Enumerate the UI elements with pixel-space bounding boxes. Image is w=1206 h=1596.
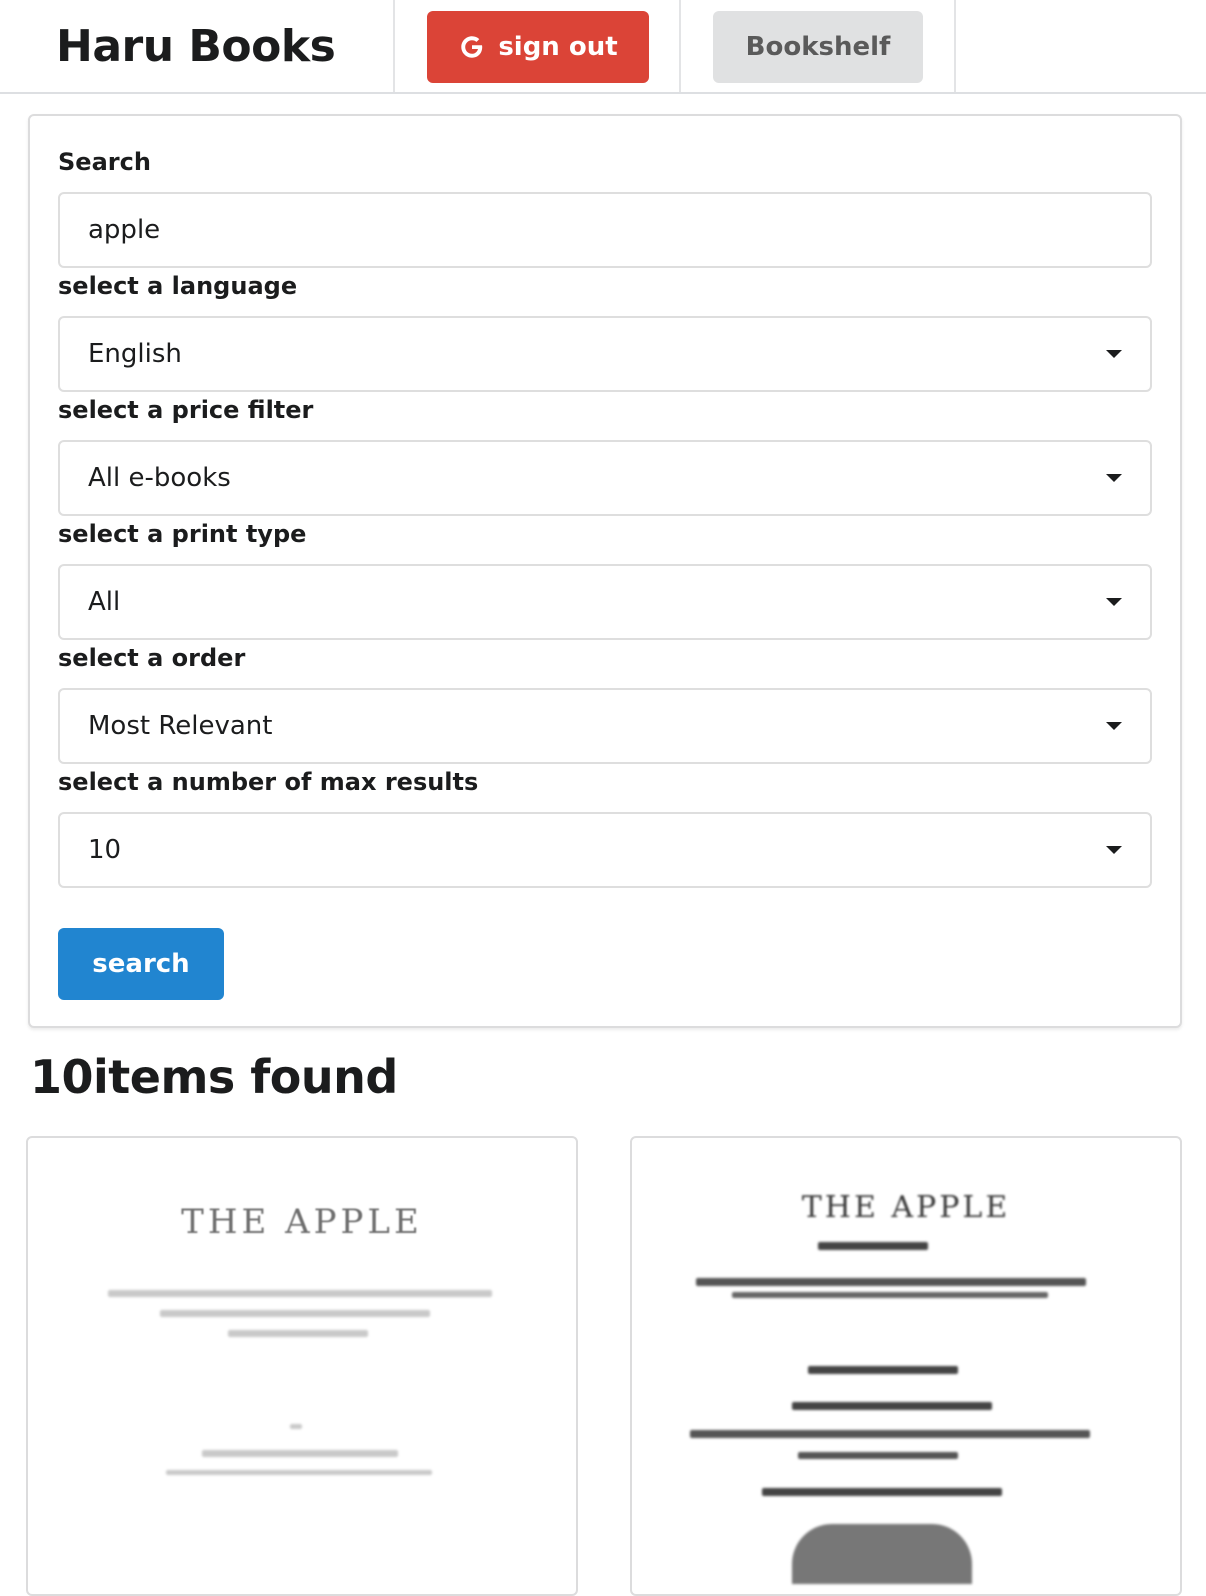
google-icon bbox=[458, 33, 486, 61]
print-type-select[interactable]: All bbox=[58, 564, 1152, 640]
book-cover-image: THE APPLE bbox=[632, 1138, 1180, 1594]
bookshelf-button[interactable]: Bookshelf bbox=[713, 11, 923, 83]
order-select[interactable]: Most Relevant bbox=[58, 688, 1152, 764]
brand-cell: Haru Books bbox=[0, 0, 395, 92]
language-select[interactable]: English bbox=[58, 316, 1152, 392]
sign-out-label: sign out bbox=[498, 32, 618, 62]
max-results-label: select a number of max results bbox=[58, 768, 479, 796]
order-value: Most Relevant bbox=[88, 711, 273, 741]
cover-title: THE APPLE bbox=[801, 1190, 1011, 1225]
search-form: Search apple select a language English s… bbox=[28, 114, 1182, 1028]
brand-title: Haru Books bbox=[56, 20, 336, 72]
cover-title: THE APPLE bbox=[181, 1202, 423, 1242]
price-filter-value: All e-books bbox=[88, 463, 231, 493]
search-button[interactable]: search bbox=[58, 928, 224, 1000]
top-menu: Haru Books sign out Bookshelf bbox=[0, 0, 1206, 94]
signout-cell: sign out bbox=[395, 0, 681, 92]
price-filter-label: select a price filter bbox=[58, 396, 314, 424]
bookshelf-cell: Bookshelf bbox=[681, 0, 956, 92]
language-label: select a language bbox=[58, 272, 298, 300]
dropdown-caret-icon bbox=[1106, 350, 1122, 358]
language-select-value: English bbox=[88, 339, 182, 369]
book-card[interactable]: THE APPLE bbox=[26, 1136, 578, 1596]
max-results-value: 10 bbox=[88, 835, 122, 865]
dropdown-caret-icon bbox=[1106, 474, 1122, 482]
print-type-label: select a print type bbox=[58, 520, 307, 548]
dropdown-caret-icon bbox=[1106, 722, 1122, 730]
results-count: 10items found bbox=[30, 1050, 398, 1104]
print-type-value: All bbox=[88, 587, 121, 617]
sign-out-button[interactable]: sign out bbox=[427, 11, 649, 83]
search-input[interactable]: apple bbox=[58, 192, 1152, 268]
search-input-value: apple bbox=[88, 215, 161, 245]
max-results-select[interactable]: 10 bbox=[58, 812, 1152, 888]
book-cover-image: THE APPLE bbox=[28, 1138, 576, 1594]
search-label: Search bbox=[58, 148, 151, 176]
dropdown-caret-icon bbox=[1106, 598, 1122, 606]
dropdown-caret-icon bbox=[1106, 846, 1122, 854]
book-card[interactable]: THE APPLE bbox=[630, 1136, 1182, 1596]
price-filter-select[interactable]: All e-books bbox=[58, 440, 1152, 516]
order-label: select a order bbox=[58, 644, 246, 672]
